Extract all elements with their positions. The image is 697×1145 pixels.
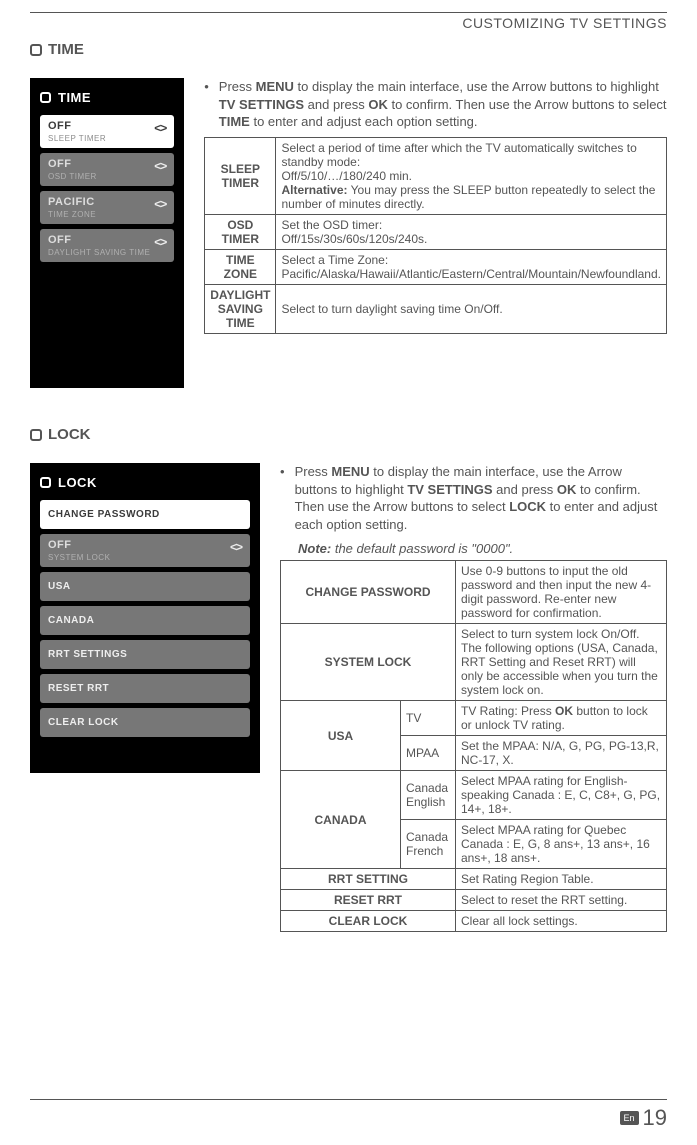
chevron-icon: <> [154,197,166,211]
table-row: CLEAR LOCK Clear all lock settings. [281,911,667,932]
lock-screenshot: LOCK CHANGE PASSWORD OFF SYSTEM LOCK <> … [30,463,260,773]
top-rule [30,12,667,13]
ss-item-value: OFF [48,121,166,132]
lock-row-clear-desc: Clear all lock settings. [456,911,667,932]
square-icon [30,429,42,441]
ss-item-label: TIME ZONE [48,210,166,219]
table-row: DAYLIGHT SAVING TIME Select to turn dayl… [205,284,667,333]
ss-item-label: OSD TIMER [48,172,166,181]
ss-item-value: OFF [48,540,242,551]
lock-row-usa-mpaa-label: MPAA [401,736,456,771]
footer: En 19 [30,1099,667,1131]
page-badge: En 19 [620,1105,668,1131]
lock-row-canada-en-label: Canada English [401,771,456,820]
lock-table: CHANGE PASSWORD Use 0-9 buttons to input… [280,560,667,932]
chevron-icon: <> [230,540,242,554]
lock-row-usa-label: USA [281,701,401,771]
lock-row-rrt-label: RRT SETTING [281,869,456,890]
ss-item-reset-rrt: RESET RRT [40,674,250,703]
square-icon [40,92,51,103]
ss-item-osd-timer: OFF OSD TIMER <> [40,153,174,186]
lock-row-cp-desc: Use 0-9 buttons to input the old passwor… [456,561,667,624]
square-icon [30,44,42,56]
lock-intro-text: Press MENU to display the main interface… [295,463,667,533]
table-row: TIME ZONE Select a Time Zone: Pacific/Al… [205,249,667,284]
table-row: OSD TIMER Set the OSD timer: Off/15s/30s… [205,214,667,249]
time-intro: • Press MENU to display the main interfa… [204,78,667,131]
bullet-icon: • [280,463,285,533]
page-header: CUSTOMIZING TV SETTINGS [30,15,667,31]
lock-note: Note: the default password is "0000". [280,541,667,556]
time-row-osd-label: OSD TIMER [205,214,276,249]
lang-label: En [620,1111,639,1125]
lock-ss-title-text: LOCK [58,475,97,490]
ss-item-value: OFF [48,235,166,246]
ss-item-change-password: CHANGE PASSWORD [40,500,250,529]
ss-item-usa: USA [40,572,250,601]
ss-item-value: OFF [48,159,166,170]
time-intro-text: Press MENU to display the main interface… [219,78,667,131]
time-row-tz-desc: Select a Time Zone: Pacific/Alaska/Hawai… [276,249,667,284]
lock-row-usa-tv-desc: TV Rating: Press OK button to lock or un… [456,701,667,736]
ss-item-label: SLEEP TIMER [48,134,166,143]
ss-item-system-lock: OFF SYSTEM LOCK <> [40,534,250,567]
table-row: SLEEP TIMER Select a period of time afte… [205,137,667,214]
time-row-osd-desc: Set the OSD timer: Off/15s/30s/60s/120s/… [276,214,667,249]
ss-item-label: SYSTEM LOCK [48,553,242,562]
time-heading: TIME [30,41,667,58]
time-row-tz-label: TIME ZONE [205,249,276,284]
time-screenshot: TIME OFF SLEEP TIMER <> OFF OSD TIMER <>… [30,78,184,388]
ss-item-sleep-timer: OFF SLEEP TIMER <> [40,115,174,148]
bullet-icon: • [204,78,209,131]
lock-row-sl-label: SYSTEM LOCK [281,624,456,701]
time-row-sleep-label: SLEEP TIMER [205,137,276,214]
table-row: CHANGE PASSWORD Use 0-9 buttons to input… [281,561,667,624]
lock-heading: LOCK [30,426,667,443]
table-row: CANADA Canada English Select MPAA rating… [281,771,667,820]
lock-row-canada-label: CANADA [281,771,401,869]
table-row: SYSTEM LOCK Select to turn system lock O… [281,624,667,701]
lock-row-reset-desc: Select to reset the RRT setting. [456,890,667,911]
ss-item-value: PACIFIC [48,197,166,208]
lock-row-canada-en-desc: Select MPAA rating for English-speaking … [456,771,667,820]
time-ss-title-text: TIME [58,90,91,105]
time-ss-title: TIME [40,90,174,105]
lock-row-canada-fr-label: Canada French [401,820,456,869]
lock-heading-text: LOCK [48,426,91,443]
ss-item-rrt-settings: RRT SETTINGS [40,640,250,669]
lock-row-usa-mpaa-desc: Set the MPAA: N/A, G, PG, PG-13,R, NC-17… [456,736,667,771]
lock-row-canada-fr-desc: Select MPAA rating for Quebec Canada : E… [456,820,667,869]
lock-intro: • Press MENU to display the main interfa… [280,463,667,533]
ss-item-canada: CANADA [40,606,250,635]
time-row-dst-label: DAYLIGHT SAVING TIME [205,284,276,333]
lock-ss-title: LOCK [40,475,250,490]
lock-row-rrt-desc: Set Rating Region Table. [456,869,667,890]
time-row-sleep-desc: Select a period of time after which the … [276,137,667,214]
lock-row-sl-desc: Select to turn system lock On/Off. The f… [456,624,667,701]
ss-item-label: DAYLIGHT SAVING TIME [48,248,166,257]
ss-item-clear-lock: CLEAR LOCK [40,708,250,737]
chevron-icon: <> [154,159,166,173]
time-table: SLEEP TIMER Select a period of time afte… [204,137,667,334]
table-row: USA TV TV Rating: Press OK button to loc… [281,701,667,736]
ss-item-time-zone: PACIFIC TIME ZONE <> [40,191,174,224]
lock-row-usa-tv-label: TV [401,701,456,736]
table-row: RRT SETTING Set Rating Region Table. [281,869,667,890]
lock-row-cp-label: CHANGE PASSWORD [281,561,456,624]
page-number: 19 [643,1105,667,1131]
ss-item-dst: OFF DAYLIGHT SAVING TIME <> [40,229,174,262]
lock-row-reset-label: RESET RRT [281,890,456,911]
chevron-icon: <> [154,235,166,249]
chevron-icon: <> [154,121,166,135]
time-heading-text: TIME [48,41,84,58]
square-icon [40,477,51,488]
table-row: RESET RRT Select to reset the RRT settin… [281,890,667,911]
time-row-dst-desc: Select to turn daylight saving time On/O… [276,284,667,333]
lock-row-clear-label: CLEAR LOCK [281,911,456,932]
